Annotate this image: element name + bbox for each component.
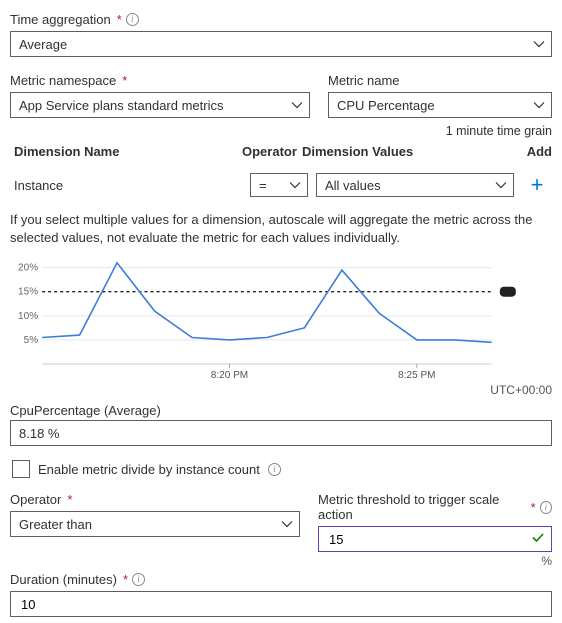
- add-dimension-button[interactable]: +: [531, 174, 544, 196]
- duration-label: Duration (minutes): [10, 572, 117, 587]
- chevron-down-icon: [495, 179, 507, 191]
- required-mark: *: [67, 492, 72, 507]
- time-grain-text: 1 minute time grain: [10, 124, 552, 138]
- dimension-operator-select[interactable]: =: [250, 173, 308, 197]
- current-metric-value: 8.18 %: [19, 426, 59, 441]
- metric-name-label: Metric name: [328, 73, 400, 88]
- info-icon[interactable]: i: [268, 463, 281, 476]
- duration-input[interactable]: [19, 596, 543, 613]
- dimension-operator-value: =: [259, 178, 267, 193]
- operator-value: Greater than: [19, 517, 92, 532]
- chevron-down-icon: [289, 179, 301, 191]
- info-icon[interactable]: i: [126, 13, 139, 26]
- dimension-values-select[interactable]: All values: [316, 173, 514, 197]
- current-metric-value-box: 8.18 %: [10, 420, 552, 446]
- current-metric-label: CpuPercentage (Average): [10, 403, 552, 418]
- divide-by-instance-label: Enable metric divide by instance count: [38, 462, 260, 477]
- dimension-op-header: Operator: [242, 144, 302, 159]
- dimension-name-value: Instance: [10, 178, 242, 193]
- chart-timezone: UTC+00:00: [10, 383, 552, 397]
- dimension-values-value: All values: [325, 178, 381, 193]
- required-mark: *: [122, 73, 127, 88]
- required-mark: *: [123, 572, 128, 587]
- info-icon[interactable]: i: [540, 501, 552, 514]
- metric-namespace-value: App Service plans standard metrics: [19, 98, 223, 113]
- svg-text:15%: 15%: [18, 287, 38, 298]
- chevron-down-icon: [281, 518, 293, 530]
- dimension-add-header: Add: [522, 144, 552, 159]
- svg-text:5%: 5%: [24, 335, 39, 346]
- metric-namespace-select[interactable]: App Service plans standard metrics: [10, 92, 310, 118]
- dimension-name-header: Dimension Name: [10, 144, 242, 159]
- metric-namespace-label: Metric namespace: [10, 73, 116, 88]
- threshold-unit: %: [318, 554, 552, 568]
- info-icon[interactable]: i: [132, 573, 145, 586]
- dimension-help-text: If you select multiple values for a dime…: [10, 211, 552, 246]
- svg-text:8:25 PM: 8:25 PM: [398, 370, 435, 381]
- svg-text:20%: 20%: [18, 263, 38, 274]
- duration-input-box[interactable]: [10, 591, 552, 617]
- chevron-down-icon: [533, 99, 545, 111]
- operator-label: Operator: [10, 492, 61, 507]
- divide-by-instance-checkbox[interactable]: [12, 460, 30, 478]
- operator-select[interactable]: Greater than: [10, 511, 300, 537]
- threshold-label: Metric threshold to trigger scale action: [318, 492, 525, 522]
- time-aggregation-value: Average: [19, 37, 67, 52]
- chevron-down-icon: [291, 99, 303, 111]
- svg-text:10%: 10%: [18, 311, 38, 322]
- svg-text:8:20 PM: 8:20 PM: [211, 370, 248, 381]
- metric-name-select[interactable]: CPU Percentage: [328, 92, 552, 118]
- check-icon: [531, 531, 545, 548]
- dimension-values-header: Dimension Values: [302, 144, 522, 159]
- metric-chart: 5% 10% 15% 20% 8:20 PM 8:25 PM: [10, 252, 552, 382]
- required-mark: *: [531, 500, 536, 515]
- threshold-input[interactable]: [327, 531, 543, 548]
- time-aggregation-select[interactable]: Average: [10, 31, 552, 57]
- metric-name-value: CPU Percentage: [337, 98, 435, 113]
- threshold-input-box[interactable]: [318, 526, 552, 552]
- required-mark: *: [117, 12, 122, 27]
- chevron-down-icon: [533, 38, 545, 50]
- time-aggregation-label: Time aggregation: [10, 12, 111, 27]
